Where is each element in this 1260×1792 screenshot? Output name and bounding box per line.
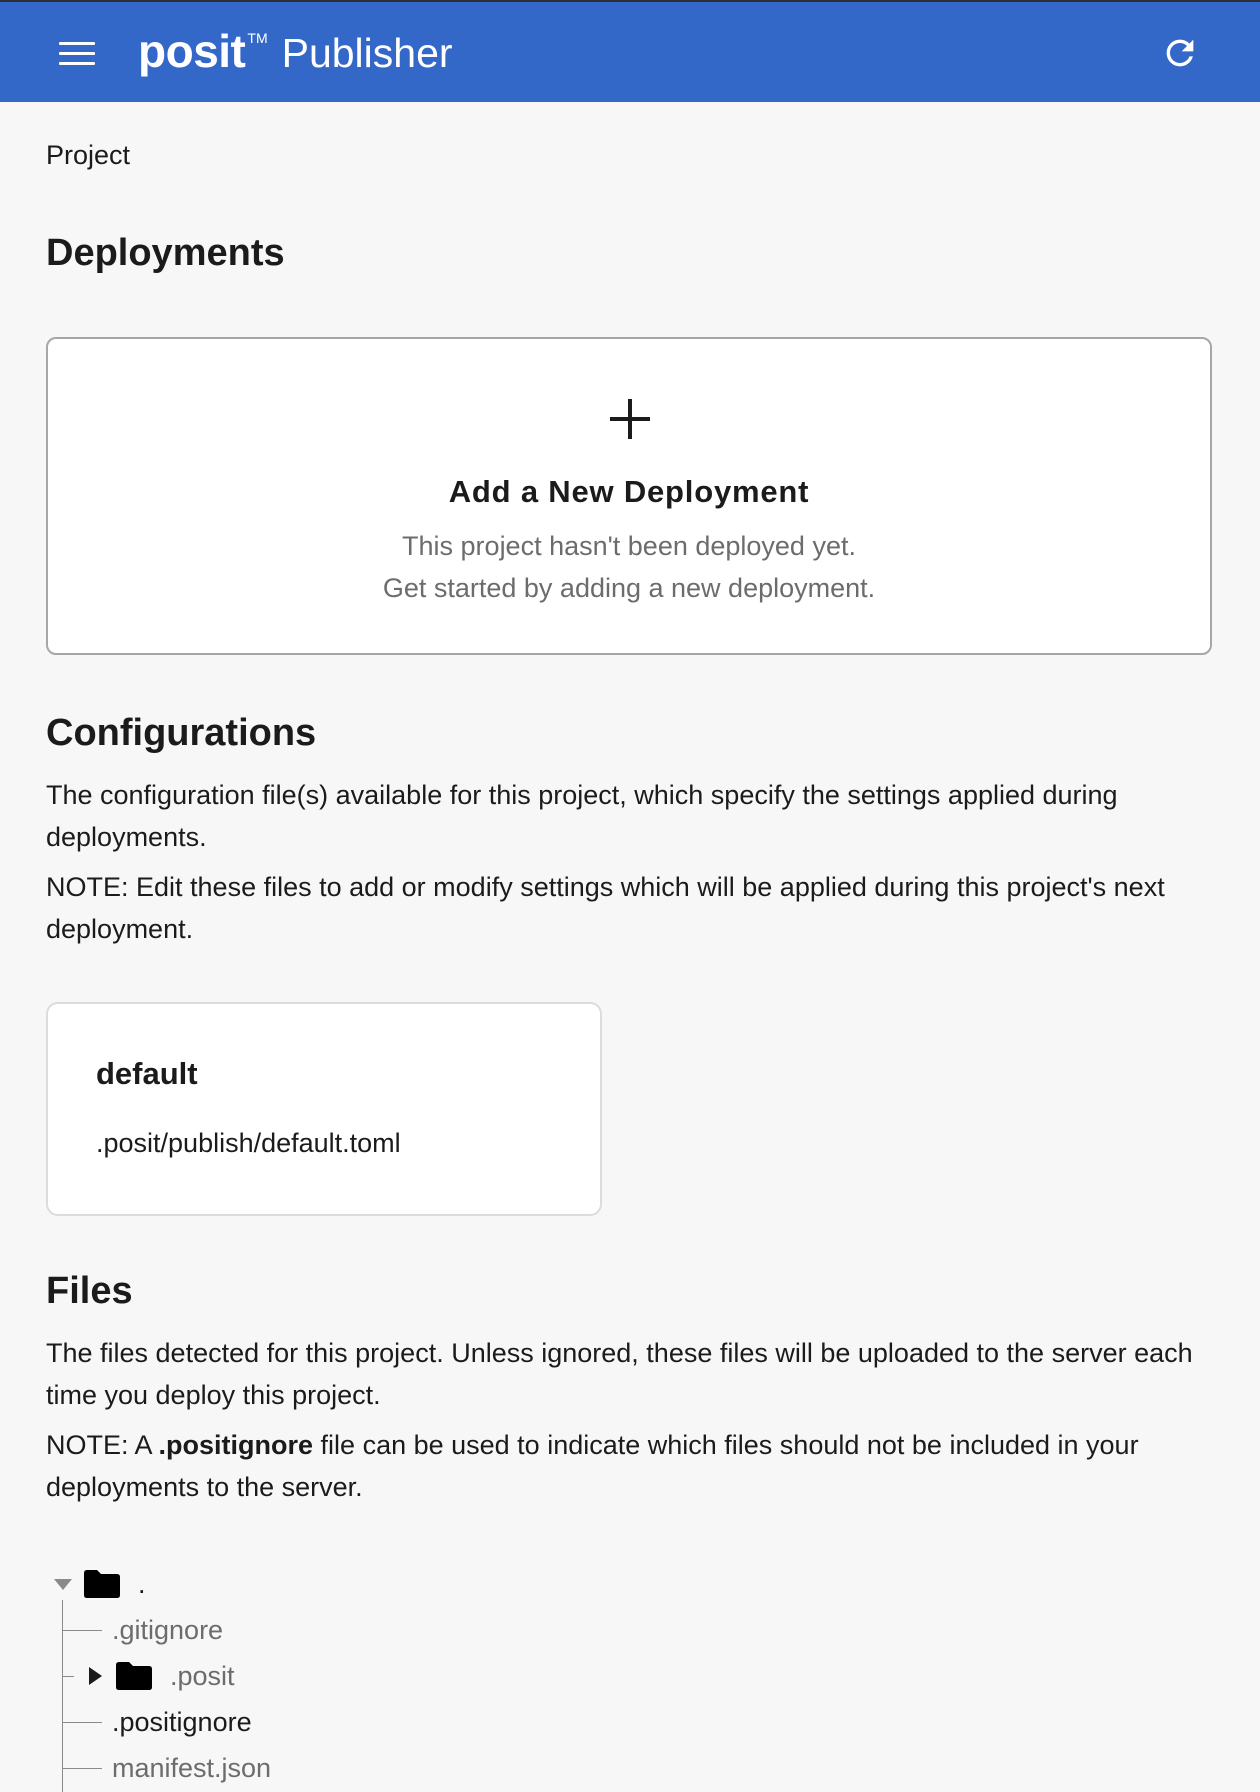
app-header: posit TM Publisher bbox=[0, 0, 1260, 102]
folder-icon bbox=[116, 1662, 152, 1690]
tree-connector bbox=[62, 1768, 102, 1769]
configurations-heading: Configurations bbox=[46, 712, 317, 754]
files-note-prefix: NOTE: A bbox=[46, 1430, 159, 1460]
folder-name: .posit bbox=[170, 1660, 235, 1691]
add-deployment-subtitle-1: This project hasn't been deployed yet. bbox=[402, 531, 856, 561]
positignore-filename: .positignore bbox=[158, 1430, 314, 1460]
files-heading: Files bbox=[46, 1270, 133, 1312]
tree-connector bbox=[62, 1722, 102, 1723]
file-name: .gitignore bbox=[112, 1614, 224, 1645]
tree-connector bbox=[62, 1676, 74, 1677]
add-deployment-subtitle-2: Get started by adding a new deployment. bbox=[382, 573, 876, 603]
hamburger-menu-icon[interactable] bbox=[56, 38, 98, 68]
plus-icon bbox=[610, 399, 650, 439]
project-label: Project bbox=[46, 140, 131, 170]
brand: posit TM Publisher bbox=[138, 24, 453, 78]
file-name: .positignore bbox=[112, 1706, 252, 1737]
config-card-default[interactable]: default .posit/publish/default.toml bbox=[46, 1002, 602, 1216]
config-name: default bbox=[96, 1056, 198, 1091]
posit-logo: posit bbox=[138, 25, 246, 77]
folder-icon bbox=[84, 1570, 120, 1598]
deployments-heading: Deployments bbox=[46, 232, 285, 274]
add-deployment-card[interactable]: Add a New Deployment This project hasn't… bbox=[46, 337, 1212, 655]
tree-folder-posit[interactable]: .posit bbox=[88, 1656, 235, 1696]
add-deployment-title: Add a New Deployment bbox=[448, 474, 810, 509]
files-description: The files detected for this project. Unl… bbox=[46, 1338, 1193, 1410]
file-tree: . .gitignore .posit .positignore manifes… bbox=[46, 1562, 646, 1792]
configurations-note: NOTE: Edit these files to add or modify … bbox=[46, 872, 1165, 944]
files-note: NOTE: A .positignore file can be used to… bbox=[46, 1424, 1212, 1508]
config-path: .posit/publish/default.toml bbox=[96, 1128, 401, 1158]
refresh-icon[interactable] bbox=[1160, 33, 1200, 73]
trademark-mark: TM bbox=[247, 30, 268, 46]
tree-root-label: . bbox=[138, 1568, 146, 1599]
tree-connector bbox=[62, 1630, 102, 1631]
tree-file-manifest[interactable]: manifest.json bbox=[112, 1748, 271, 1788]
caret-down-icon[interactable] bbox=[54, 1577, 72, 1591]
configurations-description: The configuration file(s) available for … bbox=[46, 780, 1118, 852]
tree-connector-vertical bbox=[62, 1600, 63, 1792]
app-name: Publisher bbox=[281, 30, 453, 76]
tree-file-positignore[interactable]: .positignore bbox=[112, 1702, 252, 1742]
caret-right-icon[interactable] bbox=[88, 1667, 102, 1685]
tree-root-row[interactable]: . bbox=[54, 1564, 146, 1604]
file-name: manifest.json bbox=[112, 1752, 272, 1783]
tree-file-gitignore[interactable]: .gitignore bbox=[112, 1610, 223, 1650]
